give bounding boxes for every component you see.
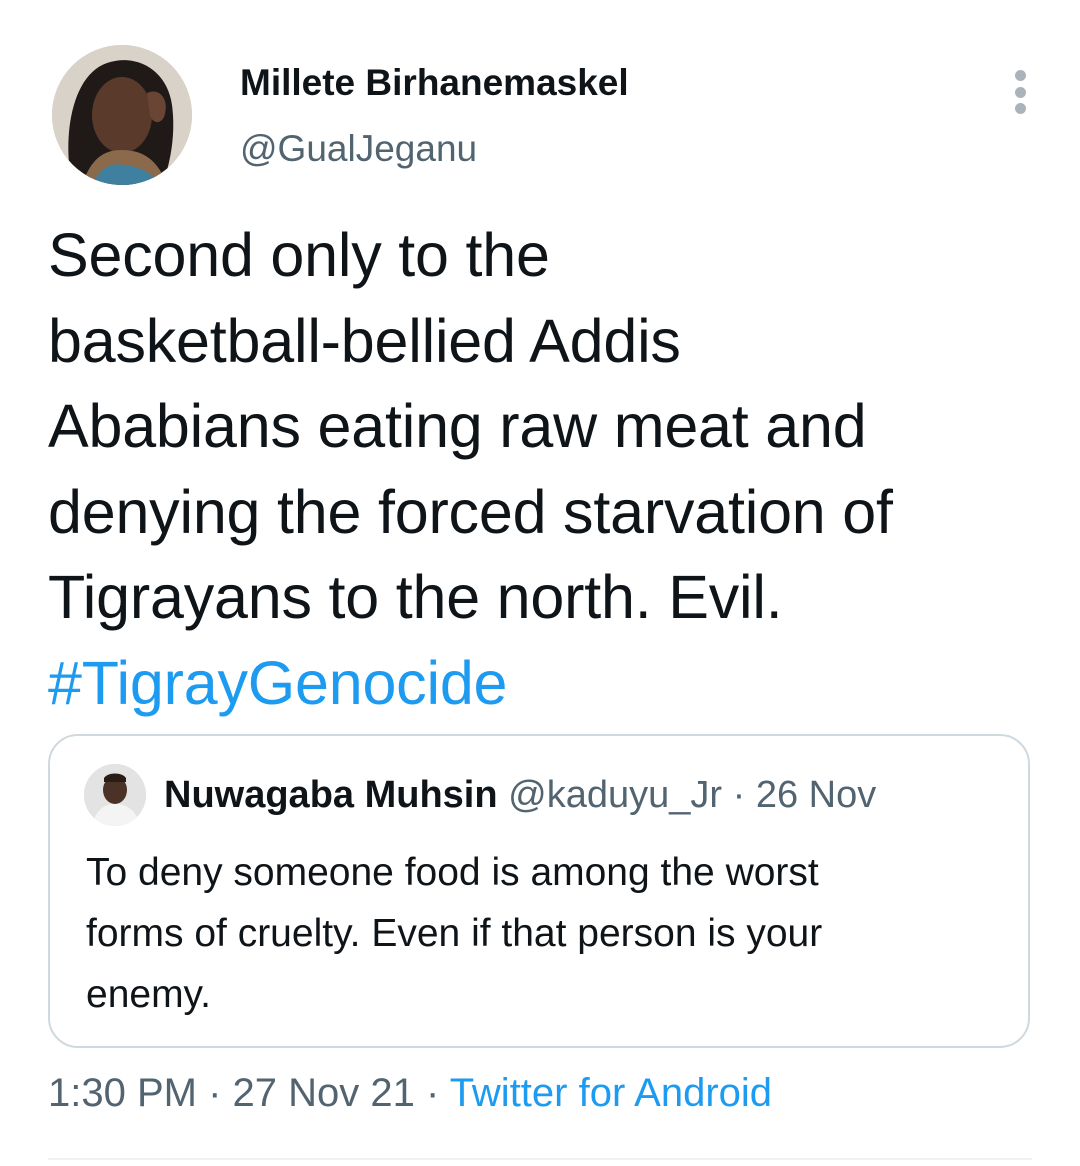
- separator-dot: ·: [414, 1071, 450, 1115]
- tweet-text: Second only to the basketball-bellied Ad…: [48, 213, 1048, 726]
- more-vertical-icon: [1014, 103, 1026, 114]
- tweet-footer: 1:30 PM · 27 Nov 21 · Twitter for Androi…: [48, 1071, 772, 1116]
- quoted-text-line: forms of cruelty. Even if that person is…: [86, 912, 823, 955]
- separator-dot: ·: [722, 774, 756, 816]
- quoted-author-handle: @kaduyu_Jr: [508, 774, 723, 816]
- tweet-text-line: Ababians eating raw meat and: [48, 392, 867, 460]
- divider: [48, 1158, 1032, 1160]
- quoted-author-name: Nuwagaba Muhsin: [164, 774, 498, 816]
- quoted-text-line: To deny someone food is among the worst: [86, 851, 819, 894]
- more-vertical-icon: [1014, 70, 1026, 81]
- more-vertical-icon: [1014, 86, 1026, 98]
- author-display-name[interactable]: Millete Birhanemaskel: [240, 62, 629, 104]
- more-options-button[interactable]: [1003, 70, 1037, 114]
- hashtag-link[interactable]: #TigrayGenocide: [48, 641, 1048, 727]
- tweet-text-line: basketball-bellied Addis: [48, 306, 681, 375]
- quoted-tweet-text: To deny someone food is among the worst …: [86, 842, 1006, 1025]
- tweet-text-line: Second only to the: [48, 221, 550, 289]
- tweet-text-line: Tigrayans to the north. Evil.: [48, 563, 783, 631]
- tweet-source-link[interactable]: Twitter for Android: [450, 1071, 772, 1115]
- author-avatar[interactable]: [52, 45, 192, 185]
- quoted-tweet-date: 26 Nov: [755, 774, 877, 816]
- quoted-tweet-card[interactable]: Nuwagaba Muhsin @kaduyu_Jr · 26 Nov To d…: [48, 734, 1030, 1048]
- quoted-author-avatar: [84, 764, 146, 826]
- tweet-text-line: denying the forced starvation of: [48, 477, 893, 546]
- tweet-time[interactable]: 1:30 PM: [48, 1071, 197, 1115]
- separator-dot: ·: [196, 1071, 233, 1115]
- tweet-date[interactable]: 27 Nov 21: [233, 1071, 415, 1115]
- quoted-text-line: enemy.: [86, 973, 211, 1016]
- author-handle[interactable]: @GualJeganu: [240, 128, 477, 170]
- quoted-tweet-header: Nuwagaba Muhsin @kaduyu_Jr · 26 Nov: [164, 774, 876, 817]
